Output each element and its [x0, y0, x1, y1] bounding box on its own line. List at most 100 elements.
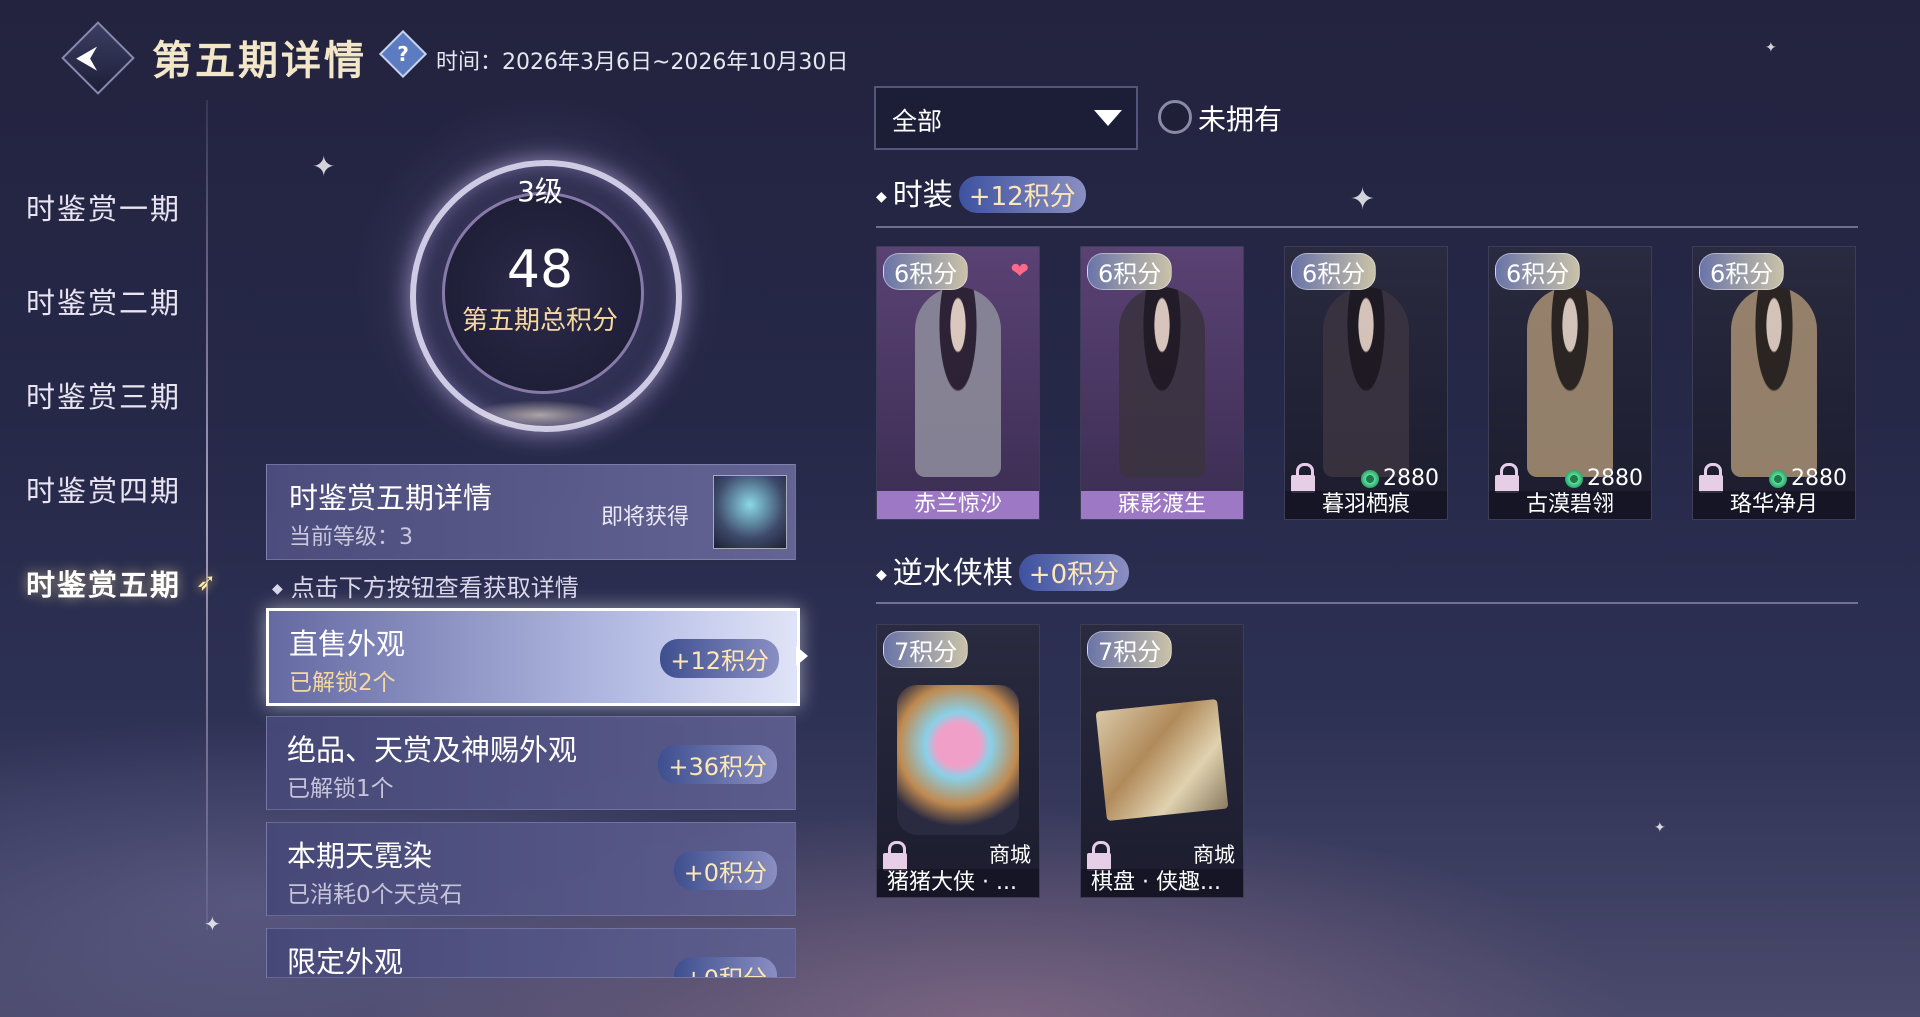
ring-glow	[470, 400, 610, 430]
outfit-preview	[1731, 287, 1817, 477]
lock-icon	[1699, 463, 1723, 493]
lock-icon	[883, 841, 907, 871]
jade-currency-icon	[1769, 470, 1787, 488]
action-premium-looks[interactable]: 绝品、天赏及神赐外观 已解锁1个 +36积分	[266, 716, 796, 810]
points-badge: +12积分	[660, 639, 779, 678]
diamond-bullet-icon: ◆	[876, 189, 887, 205]
section-header-fashion: ◆ 时装 +12积分	[876, 170, 1086, 214]
card-points: 6积分	[1291, 253, 1377, 290]
nav-item-period-3[interactable]: 时鉴赏三期	[26, 374, 181, 416]
lock-icon	[1495, 463, 1519, 493]
hint-label: 点击下方按钮查看获取详情	[290, 574, 579, 602]
section-divider	[876, 602, 1858, 604]
outfit-preview	[1527, 287, 1613, 477]
shop-tag: 商城	[989, 843, 1031, 867]
card-points: 7积分	[1087, 631, 1173, 668]
nav-item-period-4[interactable]: 时鉴赏四期	[26, 468, 181, 510]
action-sub: 已解锁2个	[289, 670, 396, 696]
chess-card[interactable]: 7积分 商城 棋盘 · 侠趣...	[1080, 624, 1244, 898]
question-icon: ?	[397, 42, 409, 66]
nav-item-period-2[interactable]: 时鉴赏二期	[26, 280, 181, 322]
chess-item-preview	[1095, 698, 1229, 822]
fashion-card[interactable]: 6积分 ❤ 赤兰惊沙	[876, 246, 1040, 520]
filter-dropdown[interactable]: 全部	[874, 86, 1138, 150]
reward-thumbnail[interactable]	[713, 475, 787, 549]
soon-label: 即将获得	[601, 505, 690, 530]
points-badge: +36积分	[658, 745, 777, 784]
card-points: 6积分	[1699, 253, 1785, 290]
card-points: 6积分	[883, 253, 969, 290]
page-title: 第五期详情	[152, 37, 367, 84]
chess-card[interactable]: 7积分 商城 猪猪大侠 · ...	[876, 624, 1040, 898]
price-value: 2880	[1383, 466, 1439, 491]
diamond-bullet-icon: ◆	[876, 567, 887, 583]
card-points: 7积分	[883, 631, 969, 668]
jade-currency-icon	[1565, 470, 1583, 488]
card-name: 棋盘 · 侠趣...	[1081, 869, 1243, 897]
sparkle-icon: ✦	[1350, 182, 1376, 217]
sparkle-icon: ✦	[1765, 40, 1777, 56]
card-price: 2880	[1361, 466, 1439, 491]
action-dye[interactable]: 本期天霓染 已消耗0个天赏石 +0积分	[266, 822, 796, 916]
heart-icon: ❤	[1010, 259, 1029, 284]
action-sub: 已解锁1个	[287, 776, 394, 802]
action-title: 限定外观	[287, 945, 404, 978]
fashion-card[interactable]: 6积分 2880 暮羽栖痕	[1284, 246, 1448, 520]
card-name: 寐影渡生	[1081, 491, 1243, 519]
section-title: 逆水侠棋	[892, 556, 1013, 591]
card-name: 珞华净月	[1693, 491, 1855, 519]
period-detail-panel[interactable]: 时鉴赏五期详情 当前等级：3 即将获得	[266, 464, 796, 560]
back-button-frame	[61, 21, 135, 95]
card-points: 6积分	[1495, 253, 1581, 290]
card-points: 6积分	[1087, 253, 1173, 290]
active-swirl-icon: ➶	[196, 568, 217, 596]
back-arrow-icon: ⮜	[76, 40, 98, 75]
section-points-badge: +0积分	[1018, 554, 1130, 591]
outfit-preview	[1323, 287, 1409, 477]
total-score-label: 第五期总积分	[461, 306, 618, 336]
nav-item-period-5[interactable]: 时鉴赏五期	[26, 562, 181, 604]
diamond-bullet-icon: ◆	[272, 581, 283, 597]
jade-currency-icon	[1361, 470, 1379, 488]
detail-title: 时鉴赏五期详情	[289, 481, 493, 515]
section-title: 时装	[892, 178, 953, 213]
fashion-card[interactable]: 6积分 2880 古漠碧翎	[1488, 246, 1652, 520]
action-title: 本期天霓染	[287, 839, 433, 873]
unowned-label[interactable]: 未拥有	[1198, 98, 1282, 138]
action-limited-looks[interactable]: 限定外观 +0积分	[266, 928, 796, 978]
sparkle-icon: ✦	[1654, 820, 1666, 836]
points-badge: +0积分	[673, 957, 777, 977]
card-name: 暮羽栖痕	[1285, 491, 1447, 519]
filter-value: 全部	[892, 107, 943, 136]
section-points-badge: +12积分	[958, 176, 1086, 213]
card-name: 猪猪大侠 · ...	[877, 869, 1039, 897]
nav-divider	[206, 100, 208, 930]
chess-item-preview	[897, 685, 1019, 835]
help-button[interactable]: ?	[378, 29, 428, 79]
current-level: 当前等级：3	[289, 525, 413, 550]
outfit-preview	[915, 287, 1001, 477]
card-price: 2880	[1565, 466, 1643, 491]
fashion-card[interactable]: 6积分 2880 珞华净月	[1692, 246, 1856, 520]
section-header-chess: ◆ 逆水侠棋 +0积分	[876, 548, 1130, 592]
shop-tag: 商城	[1193, 843, 1235, 867]
score-level: 3级	[517, 175, 563, 208]
action-title: 绝品、天赏及神赐外观	[287, 733, 578, 767]
card-price: 2880	[1769, 466, 1847, 491]
hint-text: ◆ 点击下方按钮查看获取详情	[272, 568, 579, 603]
back-button[interactable]: ⮜	[61, 21, 135, 95]
points-badge: +0积分	[673, 851, 777, 890]
price-value: 2880	[1587, 466, 1643, 491]
fashion-card[interactable]: 6积分 寐影渡生	[1080, 246, 1244, 520]
outfit-preview	[1119, 287, 1205, 477]
nav-item-period-1[interactable]: 时鉴赏一期	[26, 186, 181, 228]
selection-arrow-icon	[796, 646, 808, 666]
action-direct-sale[interactable]: 直售外观 已解锁2个 +12积分	[266, 608, 800, 706]
unowned-radio[interactable]	[1158, 100, 1192, 134]
action-sub: 已消耗0个天赏石	[287, 882, 463, 908]
lock-icon	[1291, 463, 1315, 493]
score-ring: 3级 48 第五期总积分	[320, 100, 760, 460]
card-name: 古漠碧翎	[1489, 491, 1651, 519]
lock-icon	[1087, 841, 1111, 871]
card-name: 赤兰惊沙	[877, 491, 1039, 519]
